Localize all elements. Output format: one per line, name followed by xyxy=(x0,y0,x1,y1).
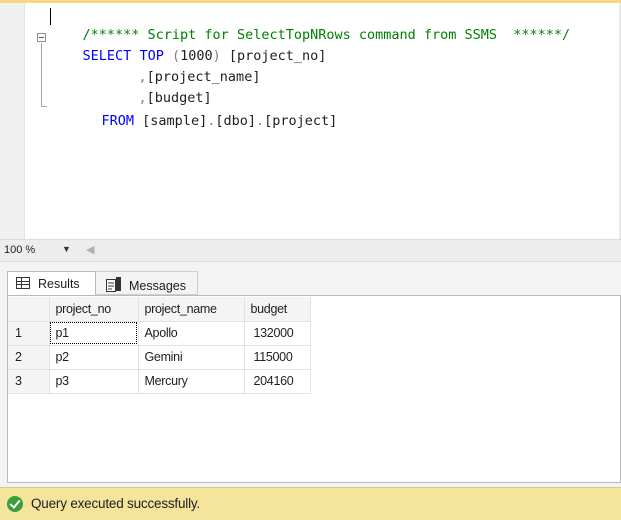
sql-table-schema: [dbo] xyxy=(215,113,256,129)
tab-results[interactable]: Results xyxy=(7,271,96,295)
code-line-4[interactable]: ,[budget] xyxy=(106,68,212,106)
editor-margin xyxy=(0,3,25,239)
zoom-bar: 100 % ▼ ◀ xyxy=(0,239,621,262)
grid-corner-cell[interactable] xyxy=(8,297,50,322)
cell-project-no[interactable]: p1 xyxy=(49,321,139,346)
collapse-toggle-icon[interactable] xyxy=(37,33,46,42)
cell-project-name[interactable]: Gemini xyxy=(138,345,245,370)
status-bar: Query executed successfully. xyxy=(0,487,621,520)
row-number[interactable]: 1 xyxy=(8,321,50,346)
results-pane: Results Messages project_no project_name… xyxy=(0,262,621,487)
cell-project-no[interactable]: p2 xyxy=(49,345,139,370)
outline-guide xyxy=(41,43,42,107)
code-line-3[interactable]: ,[project_name] xyxy=(106,47,261,85)
cell-project-name[interactable]: Apollo xyxy=(138,321,245,346)
code-line-5[interactable]: FROM [sample].[dbo].[project] xyxy=(69,91,338,129)
tab-messages-label: Messages xyxy=(129,279,186,293)
column-header-project-no[interactable]: project_no xyxy=(49,297,139,322)
cell-project-no[interactable]: p3 xyxy=(49,369,139,394)
results-grid: project_no project_name budget 1 p1 Apol… xyxy=(7,295,621,483)
cell-budget[interactable]: 204160 xyxy=(244,369,311,394)
code-line-2[interactable]: SELECT TOP (1000) [project_no] xyxy=(50,26,327,64)
status-message: Query executed successfully. xyxy=(31,496,200,511)
outline-guide-end xyxy=(41,106,47,107)
scroll-left-arrow-icon[interactable]: ◀ xyxy=(86,243,94,256)
cell-project-name[interactable]: Mercury xyxy=(138,369,245,394)
code-line-1[interactable]: /****** Script for SelectTopNRows comman… xyxy=(50,5,571,43)
sql-table-db: [sample] xyxy=(142,113,208,129)
messages-icon xyxy=(106,277,121,292)
table-row: 2 p2 Gemini 115000 xyxy=(8,345,311,370)
zoom-level[interactable]: 100 % xyxy=(4,244,35,256)
sql-table-name: [project] xyxy=(264,113,338,129)
row-number[interactable]: 3 xyxy=(8,369,50,394)
cell-budget[interactable]: 132000 xyxy=(244,321,311,346)
column-header-project-name[interactable]: project_name xyxy=(138,297,245,322)
header-row: project_no project_name budget xyxy=(8,297,311,322)
tab-messages[interactable]: Messages xyxy=(96,271,198,295)
success-check-icon xyxy=(7,496,23,512)
sql-keyword-from: FROM xyxy=(101,113,135,129)
table-row: 1 p1 Apollo 132000 xyxy=(8,321,311,346)
sql-dot: . xyxy=(255,113,265,129)
table-row: 3 p3 Mercury 204160 xyxy=(8,369,311,394)
cell-budget[interactable]: 115000 xyxy=(244,345,311,370)
caret-down-icon[interactable]: ▼ xyxy=(62,244,71,254)
row-number[interactable]: 2 xyxy=(8,345,50,370)
column-header-budget[interactable]: budget xyxy=(244,297,311,322)
results-table: project_no project_name budget 1 p1 Apol… xyxy=(8,297,311,394)
results-tab-strip: Results Messages xyxy=(0,262,621,296)
tab-results-label: Results xyxy=(38,277,80,291)
grid-icon xyxy=(16,277,30,289)
query-editor[interactable]: /****** Script for SelectTopNRows comman… xyxy=(0,3,621,239)
